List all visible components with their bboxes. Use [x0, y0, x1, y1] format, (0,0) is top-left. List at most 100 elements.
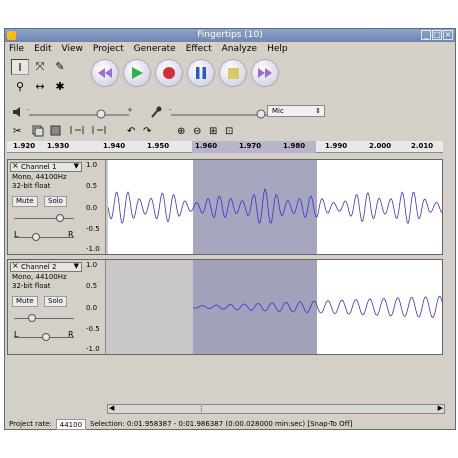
horizontal-scrollbar[interactable]: ◀ ⋮ ▶ — [107, 404, 445, 414]
draw-tool-icon[interactable]: ✎ — [51, 59, 69, 75]
record-icon — [163, 67, 175, 79]
track-name-menu[interactable]: × Channel 2 ▼ — [10, 262, 82, 272]
track-bitdepth: 32-bit float — [12, 182, 51, 190]
paste-icon[interactable] — [50, 125, 61, 136]
menu-generate[interactable]: Generate — [134, 44, 176, 54]
trim-icon[interactable] — [70, 126, 84, 134]
menu-effect[interactable]: Effect — [186, 44, 212, 54]
selection-status: Selection: 0:01.958387 - 0:01.986387 (0:… — [90, 420, 353, 428]
scale-label: 0.0 — [86, 304, 98, 312]
ruler-tick: 1.940 — [103, 142, 126, 150]
status-bar: Project rate: 44100 Selection: 0:01.9583… — [5, 418, 455, 430]
ruler-tick: 2.010 — [411, 142, 434, 150]
select-arrow-icon: ⇕ — [315, 107, 321, 115]
menu-file[interactable]: File — [9, 44, 24, 54]
project-rate-label: Project rate: — [9, 420, 52, 428]
solo-button[interactable]: Solo — [44, 296, 67, 307]
pan-right-label: R — [68, 330, 74, 339]
maximize-button[interactable]: □ — [432, 30, 442, 40]
pan-left-label: L — [14, 230, 19, 239]
track-info: Mono, 44100Hz 32-bit float — [12, 173, 67, 191]
close-track-icon[interactable]: × — [12, 162, 19, 170]
silence-icon[interactable] — [92, 126, 106, 134]
pause-icon — [196, 67, 206, 79]
pan-left-label: L — [14, 330, 19, 339]
menu-help[interactable]: Help — [267, 44, 288, 54]
menu-project[interactable]: Project — [93, 44, 124, 54]
gain-slider[interactable] — [14, 318, 74, 319]
scroll-left-icon[interactable]: ◀ — [109, 404, 114, 412]
undo-icon[interactable]: ↶ — [127, 126, 135, 137]
skip-to-end-button[interactable] — [251, 59, 279, 87]
scale-label: 0.5 — [86, 282, 98, 290]
gain-knob[interactable] — [56, 214, 64, 222]
stop-button[interactable] — [219, 59, 247, 87]
waveform-area[interactable] — [108, 160, 442, 254]
window-title: Fingertips (10) — [197, 30, 263, 40]
audio-track-1: × Channel 1 ▼ Mono, 44100Hz 32-bit float… — [7, 159, 443, 255]
pause-button[interactable] — [187, 59, 215, 87]
play-button[interactable] — [123, 59, 151, 87]
svg-text:-: - — [169, 106, 172, 114]
waveform — [108, 187, 442, 225]
ruler-tick: 1.950 — [147, 142, 170, 150]
close-track-icon[interactable]: × — [12, 262, 19, 270]
track-name: Channel 2 — [21, 263, 57, 271]
envelope-tool-icon[interactable]: ⤧ — [31, 59, 49, 75]
audio-track-2: × Channel 2 ▼ Mono, 44100Hz 32-bit float… — [7, 259, 443, 355]
waveform-area[interactable] — [108, 260, 442, 354]
mute-button[interactable]: Mute — [12, 296, 38, 307]
skip-to-start-button[interactable] — [91, 59, 119, 87]
zoom-out-icon[interactable]: ⊖ — [193, 126, 201, 137]
ruler-tick: 1.920 — [13, 142, 36, 150]
minimize-button[interactable]: _ — [421, 30, 431, 40]
ruler-tick: 1.990 — [325, 142, 348, 150]
scale-label: 0.0 — [86, 204, 98, 212]
input-source-select[interactable]: Mic ⇕ — [267, 105, 325, 117]
fit-selection-icon[interactable]: ⊞ — [209, 126, 217, 137]
input-volume-slider[interactable]: - + — [169, 106, 273, 119]
ruler-tick: 1.970 — [239, 142, 262, 150]
time-ruler[interactable]: 1.920 1.930 1.940 1.950 1.960 1.970 1.98… — [7, 141, 443, 153]
waveform — [192, 295, 442, 318]
timeshift-tool-icon[interactable]: ↔ — [31, 79, 49, 95]
gain-knob[interactable] — [28, 314, 36, 322]
close-button[interactable]: × — [443, 30, 453, 40]
microphone-icon — [151, 106, 162, 118]
solo-button[interactable]: Solo — [44, 196, 67, 207]
scale-label: -0.5 — [86, 225, 100, 233]
speaker-icon — [13, 107, 20, 117]
selection-tool-icon[interactable]: I — [11, 59, 29, 75]
track-name-menu[interactable]: × Channel 1 ▼ — [10, 162, 82, 172]
menu-analyze[interactable]: Analyze — [222, 44, 257, 54]
scroll-right-icon[interactable]: ▶ — [438, 404, 443, 412]
menu-edit[interactable]: Edit — [34, 44, 51, 54]
input-source-value: Mic — [272, 107, 284, 115]
menu-view[interactable]: View — [62, 44, 83, 54]
ruler-tick: 1.980 — [283, 142, 306, 150]
transport-toolbar — [91, 59, 279, 87]
gain-slider[interactable] — [14, 218, 74, 219]
stop-icon — [227, 67, 239, 79]
pan-knob[interactable] — [42, 333, 50, 341]
record-button[interactable] — [155, 59, 183, 87]
track-info: Mono, 44100Hz 32-bit float — [12, 273, 67, 291]
multi-tool-icon[interactable]: ✱ — [51, 79, 69, 95]
chevron-down-icon: ▼ — [73, 162, 79, 170]
amplitude-scale: 1.0 0.5 0.0 -0.5 -1.0 — [86, 260, 106, 354]
zoom-in-icon[interactable]: ⊕ — [177, 126, 185, 137]
svg-text:+: + — [127, 106, 133, 114]
zoom-tool-icon[interactable]: ⚲ — [11, 79, 29, 95]
app-icon — [7, 31, 16, 40]
output-volume-slider[interactable]: - + — [27, 106, 133, 119]
project-rate-field[interactable]: 44100 — [55, 418, 87, 430]
fit-project-icon[interactable]: ⊡ — [225, 126, 233, 137]
redo-icon[interactable]: ↷ — [143, 126, 152, 137]
mute-button[interactable]: Mute — [12, 196, 38, 207]
pan-slider[interactable] — [14, 237, 74, 238]
scale-label: 1.0 — [86, 261, 98, 269]
scroll-thumb[interactable]: ⋮ — [198, 405, 205, 413]
cut-icon[interactable]: ✂ — [13, 126, 21, 137]
pan-knob[interactable] — [32, 233, 40, 241]
mixer-toolbar: - + - + Mic ⇕ — [9, 105, 449, 119]
